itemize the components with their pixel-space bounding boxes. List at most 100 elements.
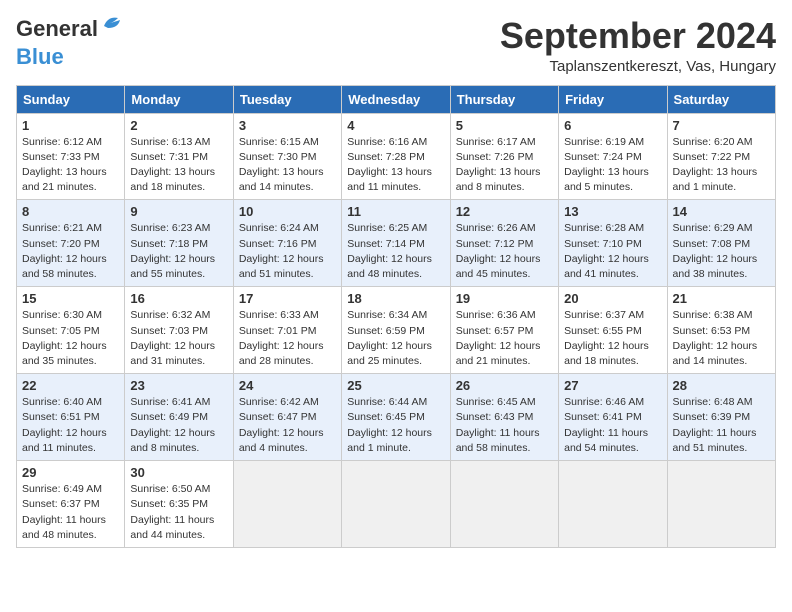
- table-row: 29Sunrise: 6:49 AMSunset: 6:37 PMDayligh…: [17, 461, 125, 548]
- logo: General Blue: [16, 16, 98, 70]
- day-number: 5: [456, 118, 553, 133]
- calendar-header-row: Sunday Monday Tuesday Wednesday Thursday…: [17, 85, 776, 113]
- day-number: 19: [456, 291, 553, 306]
- day-info: Sunrise: 6:16 AMSunset: 7:28 PMDaylight:…: [347, 135, 444, 196]
- day-info: Sunrise: 6:21 AMSunset: 7:20 PMDaylight:…: [22, 221, 119, 282]
- day-number: 26: [456, 378, 553, 393]
- logo-bird-icon: [100, 12, 122, 34]
- table-row: 7Sunrise: 6:20 AMSunset: 7:22 PMDaylight…: [667, 113, 775, 200]
- day-number: 24: [239, 378, 336, 393]
- day-info: Sunrise: 6:41 AMSunset: 6:49 PMDaylight:…: [130, 395, 227, 456]
- day-number: 12: [456, 204, 553, 219]
- day-info: Sunrise: 6:12 AMSunset: 7:33 PMDaylight:…: [22, 135, 119, 196]
- day-number: 1: [22, 118, 119, 133]
- day-number: 2: [130, 118, 227, 133]
- day-number: 15: [22, 291, 119, 306]
- day-info: Sunrise: 6:30 AMSunset: 7:05 PMDaylight:…: [22, 308, 119, 369]
- table-row: 3 Sunrise: 6:15 AMSunset: 7:30 PMDaylight…: [233, 113, 341, 200]
- table-row: 1 Sunrise: 6:12 AMSunset: 7:33 PMDaylight…: [17, 113, 125, 200]
- table-row: 22 Sunrise: 6:40 AMSunset: 6:51 PMDayligh…: [17, 374, 125, 461]
- col-sunday: Sunday: [17, 85, 125, 113]
- table-row: 12 Sunrise: 6:26 AMSunset: 7:12 PMDayligh…: [450, 200, 558, 287]
- day-info: Sunrise: 6:46 AMSunset: 6:41 PMDaylight:…: [564, 395, 661, 456]
- table-row: 17Sunrise: 6:33 AMSunset: 7:01 PMDayligh…: [233, 287, 341, 374]
- day-number: 30: [130, 465, 227, 480]
- day-number: 22: [22, 378, 119, 393]
- table-row: 11 Sunrise: 6:25 AMSunset: 7:14 PMDayligh…: [342, 200, 450, 287]
- table-row: 23 Sunrise: 6:41 AMSunset: 6:49 PMDayligh…: [125, 374, 233, 461]
- table-row: 24 Sunrise: 6:42 AMSunset: 6:47 PMDayligh…: [233, 374, 341, 461]
- col-friday: Friday: [559, 85, 667, 113]
- calendar-week-row: 29Sunrise: 6:49 AMSunset: 6:37 PMDayligh…: [17, 461, 776, 548]
- day-info: Sunrise: 6:34 AMSunset: 6:59 PMDaylight:…: [347, 308, 444, 369]
- logo-general: General: [16, 16, 98, 41]
- table-row: 6 Sunrise: 6:19 AMSunset: 7:24 PMDaylight…: [559, 113, 667, 200]
- title-block: September 2024 Taplanszentkereszt, Vas, …: [500, 16, 776, 75]
- col-wednesday: Wednesday: [342, 85, 450, 113]
- day-number: 4: [347, 118, 444, 133]
- day-number: 28: [673, 378, 770, 393]
- day-number: 17: [239, 291, 336, 306]
- calendar-week-row: 8 Sunrise: 6:21 AMSunset: 7:20 PMDaylight…: [17, 200, 776, 287]
- col-monday: Monday: [125, 85, 233, 113]
- day-info: Sunrise: 6:40 AMSunset: 6:51 PMDaylight:…: [22, 395, 119, 456]
- day-info: Sunrise: 6:38 AMSunset: 6:53 PMDaylight:…: [673, 308, 770, 369]
- day-info: Sunrise: 6:37 AMSunset: 6:55 PMDaylight:…: [564, 308, 661, 369]
- calendar-week-row: 15 Sunrise: 6:30 AMSunset: 7:05 PMDayligh…: [17, 287, 776, 374]
- day-info: Sunrise: 6:28 AMSunset: 7:10 PMDaylight:…: [564, 221, 661, 282]
- day-number: 14: [673, 204, 770, 219]
- table-row: 20Sunrise: 6:37 AMSunset: 6:55 PMDayligh…: [559, 287, 667, 374]
- day-number: 3: [239, 118, 336, 133]
- day-number: 13: [564, 204, 661, 219]
- day-number: 16: [130, 291, 227, 306]
- day-info: Sunrise: 6:17 AMSunset: 7:26 PMDaylight:…: [456, 135, 553, 196]
- col-tuesday: Tuesday: [233, 85, 341, 113]
- page-header: General Blue September 2024 Taplanszentk…: [16, 16, 776, 75]
- day-info: Sunrise: 6:23 AMSunset: 7:18 PMDaylight:…: [130, 221, 227, 282]
- location: Taplanszentkereszt, Vas, Hungary: [500, 58, 776, 75]
- day-number: 23: [130, 378, 227, 393]
- table-row: 26 Sunrise: 6:45 AMSunset: 6:43 PMDayligh…: [450, 374, 558, 461]
- month-title: September 2024: [500, 16, 776, 56]
- day-number: 25: [347, 378, 444, 393]
- table-row: 21 Sunrise: 6:38 AMSunset: 6:53 PMDayligh…: [667, 287, 775, 374]
- day-info: Sunrise: 6:25 AMSunset: 7:14 PMDaylight:…: [347, 221, 444, 282]
- day-number: 21: [673, 291, 770, 306]
- table-row: 19 Sunrise: 6:36 AMSunset: 6:57 PMDayligh…: [450, 287, 558, 374]
- day-info: Sunrise: 6:13 AMSunset: 7:31 PMDaylight:…: [130, 135, 227, 196]
- day-info: Sunrise: 6:36 AMSunset: 6:57 PMDaylight:…: [456, 308, 553, 369]
- calendar-week-row: 1 Sunrise: 6:12 AMSunset: 7:33 PMDaylight…: [17, 113, 776, 200]
- day-number: 6: [564, 118, 661, 133]
- day-number: 29: [22, 465, 119, 480]
- day-info: Sunrise: 6:32 AMSunset: 7:03 PMDaylight:…: [130, 308, 227, 369]
- day-number: 11: [347, 204, 444, 219]
- day-info: Sunrise: 6:26 AMSunset: 7:12 PMDaylight:…: [456, 221, 553, 282]
- table-row: [667, 461, 775, 548]
- table-row: 14 Sunrise: 6:29 AMSunset: 7:08 PMDayligh…: [667, 200, 775, 287]
- table-row: [342, 461, 450, 548]
- day-info: Sunrise: 6:45 AMSunset: 6:43 PMDaylight:…: [456, 395, 553, 456]
- day-info: Sunrise: 6:48 AMSunset: 6:39 PMDaylight:…: [673, 395, 770, 456]
- day-info: Sunrise: 6:15 AMSunset: 7:30 PMDaylight:…: [239, 135, 336, 196]
- day-info: Sunrise: 6:42 AMSunset: 6:47 PMDaylight:…: [239, 395, 336, 456]
- table-row: [559, 461, 667, 548]
- table-row: 25 Sunrise: 6:44 AMSunset: 6:45 PMDayligh…: [342, 374, 450, 461]
- day-number: 7: [673, 118, 770, 133]
- day-number: 8: [22, 204, 119, 219]
- table-row: 18 Sunrise: 6:34 AMSunset: 6:59 PMDayligh…: [342, 287, 450, 374]
- table-row: 10Sunrise: 6:24 AMSunset: 7:16 PMDayligh…: [233, 200, 341, 287]
- day-number: 9: [130, 204, 227, 219]
- table-row: 5 Sunrise: 6:17 AMSunset: 7:26 PMDaylight…: [450, 113, 558, 200]
- table-row: 4 Sunrise: 6:16 AMSunset: 7:28 PMDaylight…: [342, 113, 450, 200]
- day-number: 18: [347, 291, 444, 306]
- table-row: 8 Sunrise: 6:21 AMSunset: 7:20 PMDaylight…: [17, 200, 125, 287]
- day-info: Sunrise: 6:44 AMSunset: 6:45 PMDaylight:…: [347, 395, 444, 456]
- logo-blue: Blue: [16, 44, 64, 70]
- table-row: 9 Sunrise: 6:23 AMSunset: 7:18 PMDaylight…: [125, 200, 233, 287]
- table-row: 16 Sunrise: 6:32 AMSunset: 7:03 PMDayligh…: [125, 287, 233, 374]
- calendar-body: 1 Sunrise: 6:12 AMSunset: 7:33 PMDaylight…: [17, 113, 776, 547]
- table-row: [233, 461, 341, 548]
- day-info: Sunrise: 6:29 AMSunset: 7:08 PMDaylight:…: [673, 221, 770, 282]
- day-info: Sunrise: 6:19 AMSunset: 7:24 PMDaylight:…: [564, 135, 661, 196]
- table-row: 30Sunrise: 6:50 AMSunset: 6:35 PMDayligh…: [125, 461, 233, 548]
